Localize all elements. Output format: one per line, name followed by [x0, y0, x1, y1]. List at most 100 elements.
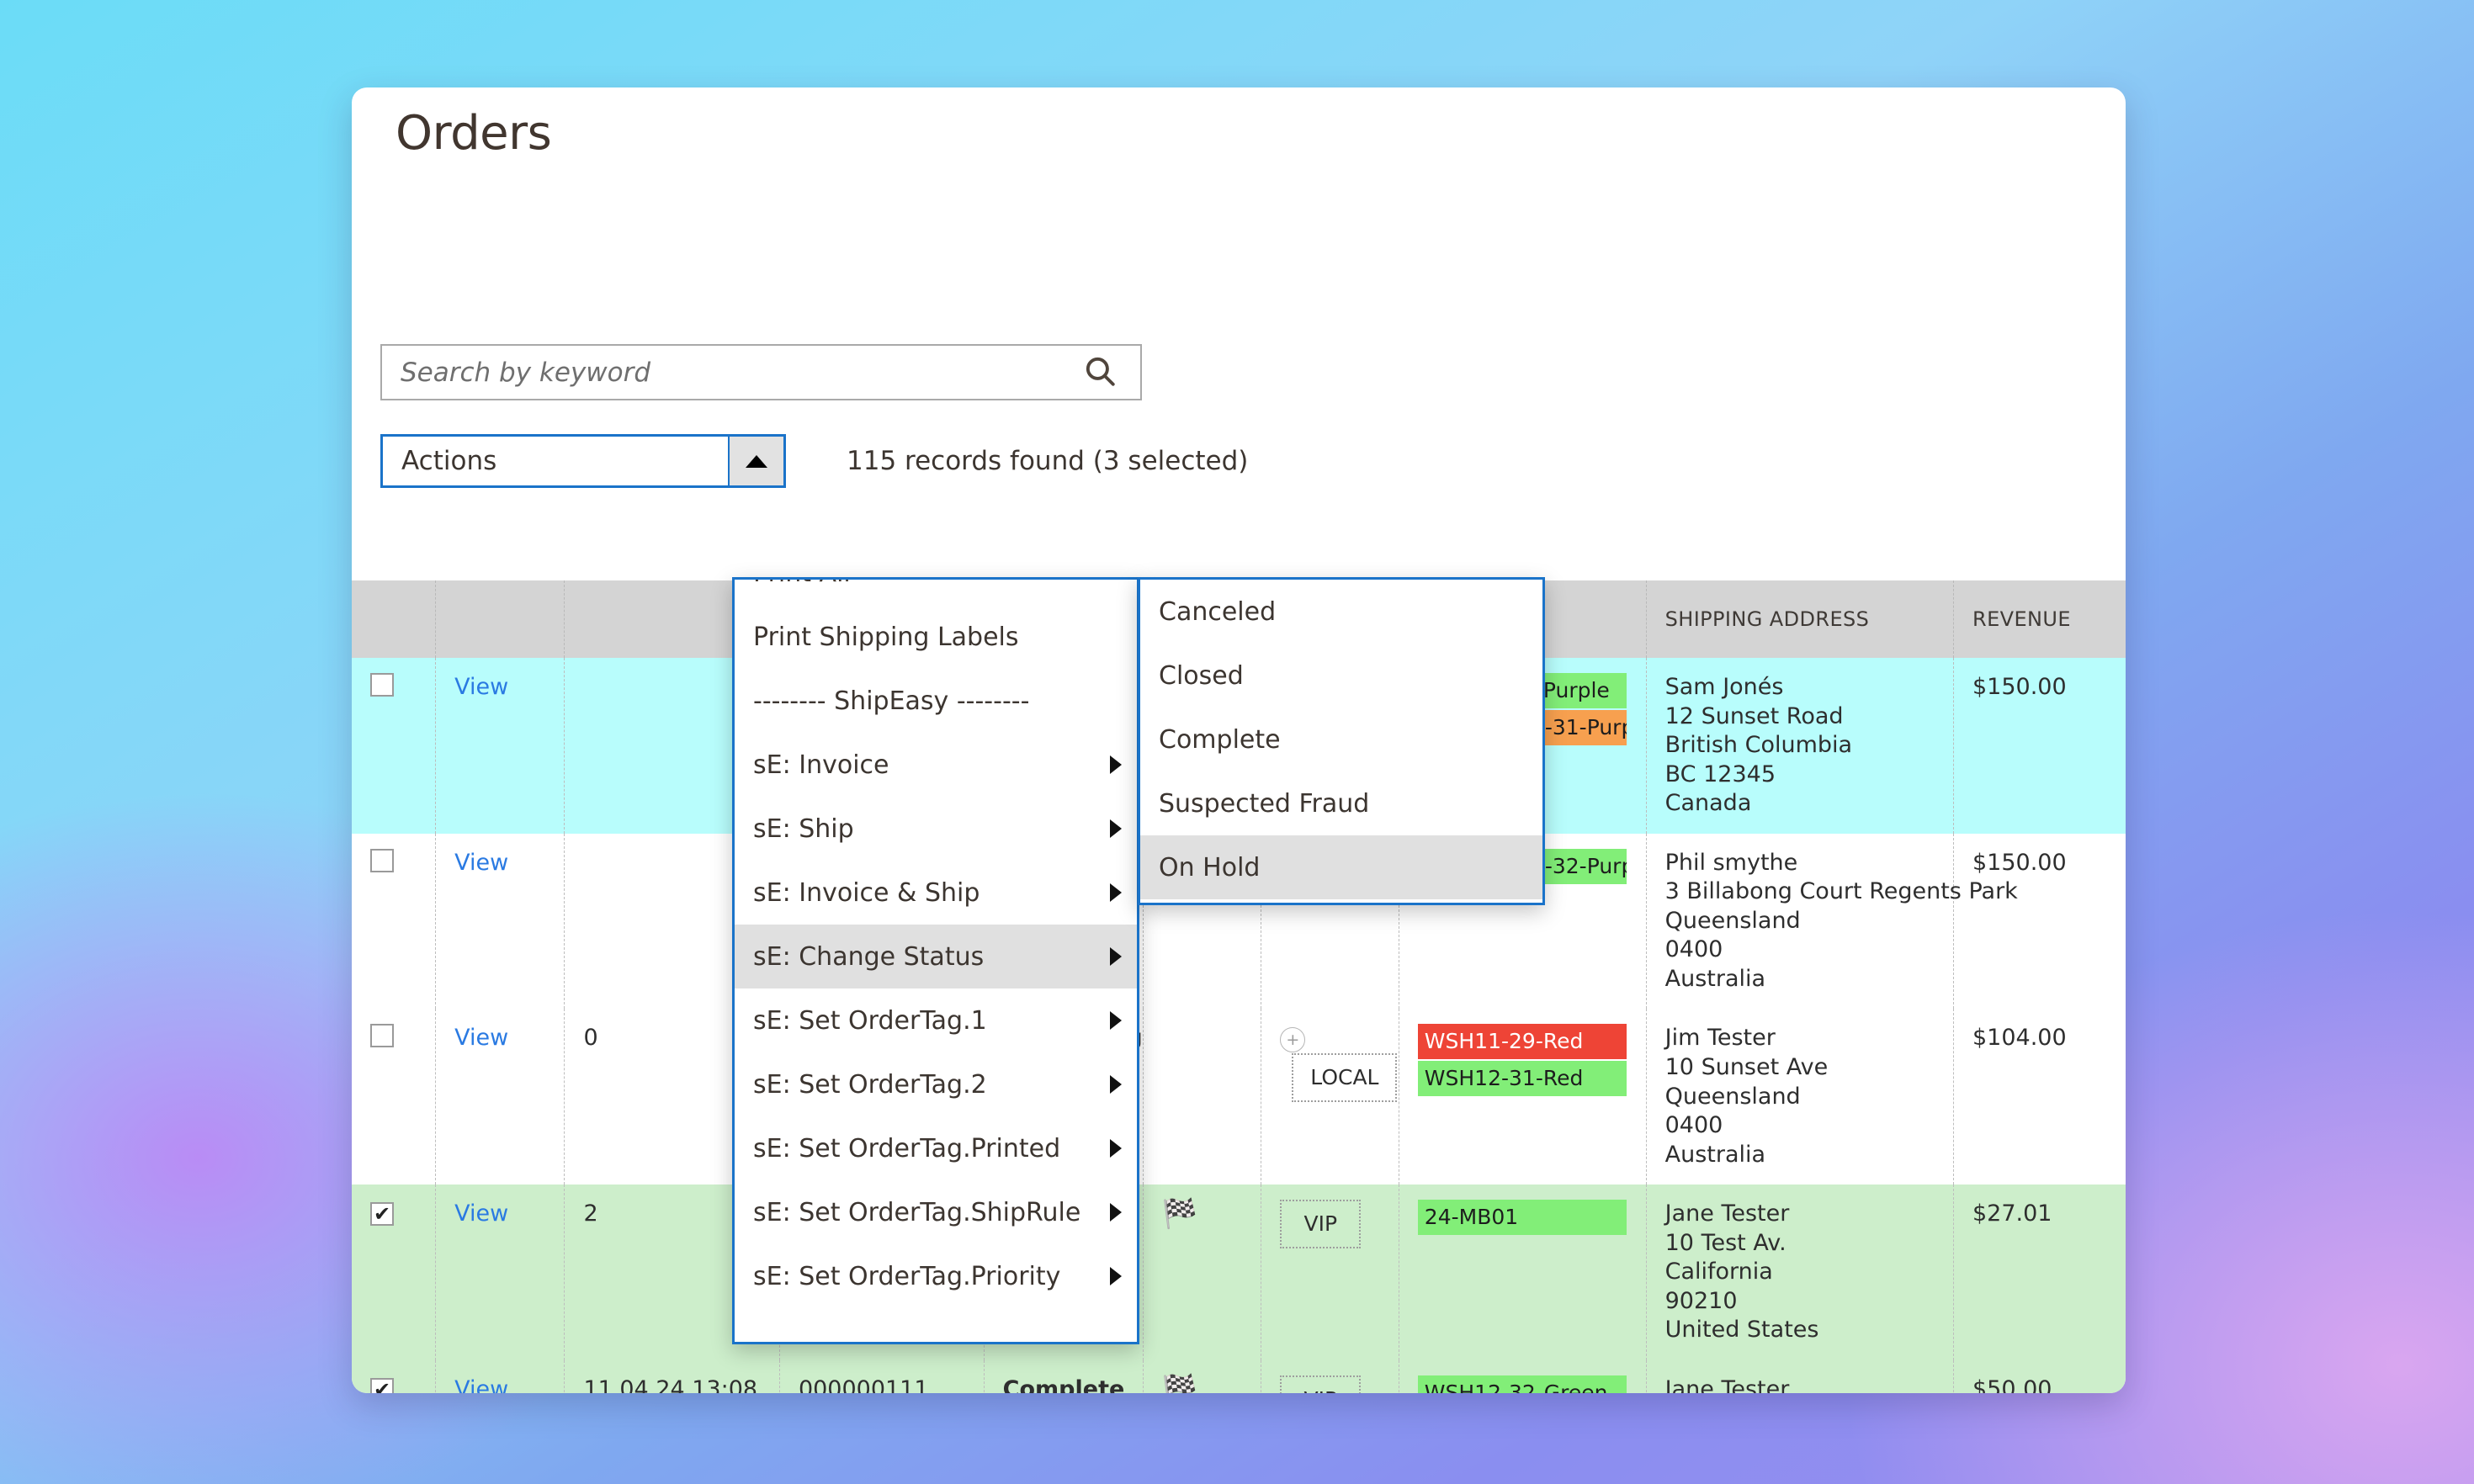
col-header-checkbox[interactable]	[352, 580, 437, 658]
sku-name: WSH11-29-Red	[1417, 1024, 1627, 1060]
row-view-cell: View	[435, 1359, 565, 1393]
submenu-item-label: Suspected Fraud	[1159, 788, 1370, 819]
sku-badge: WSH11-29-Red	[1417, 1024, 1627, 1060]
menu-item-se-set-ordertag-printed[interactable]: sE: Set OrderTag.Printed	[735, 1116, 1137, 1180]
menu-item-print-all[interactable]: Print All	[735, 580, 1137, 605]
menu-item-se-invoice-ship[interactable]: sE: Invoice & Ship	[735, 861, 1137, 925]
row-shipping-address: Jane Tester10 Test Av.California90210Uni…	[1646, 1359, 1955, 1393]
add-shiprule-icon[interactable]: +	[1280, 1027, 1306, 1053]
row-sku-cell: WSH12-32-Green	[1399, 1359, 1647, 1393]
menu-item-shipeasy[interactable]: -------- ShipEasy --------	[735, 669, 1137, 733]
menu-item-label: sE: Invoice	[753, 750, 889, 780]
row-view-cell: View	[435, 1009, 565, 1185]
chevron-right-icon	[1110, 1139, 1122, 1158]
row-revenue: $150.00	[1953, 658, 2126, 834]
search-button[interactable]	[1059, 346, 1140, 399]
view-link[interactable]: View	[454, 1376, 508, 1393]
row-flag-cell: 🏁	[1143, 1359, 1262, 1393]
shiprule-badge[interactable]: VIP	[1280, 1375, 1362, 1393]
menu-item-se-change-status[interactable]: sE: Change Status	[735, 925, 1137, 988]
sku-label: 24-MB01	[1424, 1205, 1519, 1230]
actions-select[interactable]: Actions	[380, 434, 786, 488]
row-checkbox[interactable]: ✔	[370, 1377, 394, 1393]
row-checkbox-cell: ✔	[352, 1185, 437, 1360]
view-link[interactable]: View	[454, 674, 508, 700]
row-checkbox-cell	[352, 833, 437, 1010]
actions-dropdown-menu[interactable]: Print All Print Shipping Labels -------- S…	[732, 577, 1139, 1344]
menu-item-label: sE: Set OrderTag.Priority	[753, 1261, 1061, 1291]
menu-item-print-shipping-labels[interactable]: Print Shipping Labels	[735, 605, 1137, 669]
sku-name: WSH12-31-Red	[1417, 1061, 1627, 1097]
menu-item-label: sE: Set OrderTag.1	[753, 1005, 987, 1036]
menu-item-label: sE: Set OrderTag.Printed	[753, 1133, 1061, 1163]
sku-badge: WSH12-31-Red	[1417, 1061, 1627, 1097]
search-input[interactable]	[382, 357, 1059, 388]
search-icon	[1082, 353, 1118, 391]
menu-item-label: sE: Set OrderTag.ShipRule	[753, 1197, 1081, 1227]
row-view-cell: View	[435, 1185, 565, 1360]
submenu-item-label: Complete	[1159, 724, 1281, 755]
row-checkbox[interactable]: ✔	[370, 1202, 394, 1227]
menu-item-label: -------- ShipEasy --------	[753, 686, 1030, 716]
row-flag-cell	[1143, 1009, 1262, 1185]
actions-dropdown-toggle[interactable]	[728, 437, 783, 485]
row-shiprules-cell: VIP	[1261, 1359, 1399, 1393]
address-line: Jim Tester	[1664, 1025, 1776, 1052]
address-line: British Columbia	[1664, 732, 1853, 759]
submenu-item-suspected-fraud[interactable]: Suspected Fraud	[1140, 771, 1542, 835]
menu-item-se-set-ordertag-1[interactable]: sE: Set OrderTag.1	[735, 988, 1137, 1052]
row-shipping-address: Jim Tester 10 Sunset Ave Queensland 0400 Aus…	[1646, 1009, 1955, 1185]
row-shiprules-cell: VIP	[1261, 1185, 1399, 1360]
submenu-item-on-hold[interactable]: On Hold	[1140, 835, 1542, 899]
change-status-submenu[interactable]: Canceled Closed Complete Suspected Fraud On …	[1138, 577, 1545, 905]
submenu-item-closed[interactable]: Closed	[1140, 644, 1542, 708]
col-header-view[interactable]	[435, 580, 565, 658]
address-line: 90210	[1664, 1287, 1738, 1314]
view-link[interactable]: View	[454, 850, 508, 876]
view-link[interactable]: View	[454, 1025, 508, 1051]
col-header-shipping-address[interactable]: SHIPPING ADDRESS	[1646, 580, 1955, 658]
checkered-flag-icon: 🏁	[1161, 1197, 1198, 1232]
menu-item-se-set-ordertag-priority[interactable]: sE: Set OrderTag.Priority	[735, 1244, 1137, 1308]
chevron-right-icon	[1110, 883, 1122, 902]
shiprule-badge[interactable]: VIP	[1280, 1200, 1362, 1249]
address-line: 12 Sunset Road	[1664, 702, 1844, 729]
row-checkbox-cell	[352, 658, 437, 834]
page-title: Orders	[396, 106, 552, 161]
table-row[interactable]: ✔View2000000112Complete🏁VIP24-MB01Jane T…	[352, 1185, 2126, 1360]
row-revenue: $104.00	[1953, 1009, 2126, 1185]
sku-badge: WSH12-32-Green	[1417, 1375, 1627, 1393]
row-shipping-address: Sam Jonés 12 Sunset Road British Columbia B…	[1646, 658, 1955, 834]
menu-item-se-ship[interactable]: sE: Ship	[735, 797, 1137, 861]
shiprule-badge[interactable]: LOCAL	[1292, 1053, 1398, 1103]
row-shiprules-cell: +LOCAL	[1261, 1009, 1399, 1185]
row-flag-cell: 🏁	[1143, 1185, 1262, 1360]
menu-item-se-set-ordertag-2[interactable]: sE: Set OrderTag.2	[735, 1052, 1137, 1116]
row-checkbox[interactable]	[370, 1024, 394, 1048]
submenu-item-complete[interactable]: Complete	[1140, 708, 1542, 771]
address-line: Australia	[1664, 965, 1766, 992]
chevron-right-icon	[1110, 1075, 1122, 1094]
sku-badge: 24-MB01	[1417, 1200, 1627, 1236]
row-checkbox[interactable]	[370, 848, 394, 872]
submenu-item-canceled[interactable]: Canceled	[1140, 580, 1542, 644]
sku-name: WSH12-32-Green	[1417, 1375, 1627, 1393]
address-line: Jane Tester	[1664, 1200, 1790, 1227]
address-line: 0400	[1664, 936, 1723, 963]
menu-item-se-set-ordertag-shiprule[interactable]: sE: Set OrderTag.ShipRule	[735, 1180, 1137, 1244]
table-row[interactable]: ✔ View 11.04.24 13:08000000111Complete 🏁 VIP…	[352, 1359, 2126, 1393]
records-found-label: 115 records found (3 selected)	[847, 446, 1249, 476]
view-link[interactable]: View	[454, 1200, 508, 1227]
row-checkbox[interactable]	[370, 673, 394, 697]
row-view-cell: View	[435, 833, 565, 1010]
menu-item-label: Print Shipping Labels	[753, 622, 1019, 652]
col-header-revenue[interactable]: REVENUE	[1953, 580, 2126, 658]
menu-item-se-invoice[interactable]: sE: Invoice	[735, 733, 1137, 797]
row-shipping-address: Phil smythe 3 Billabong Court Regents Par…	[1646, 833, 2018, 1010]
address-line: 10 Test Av.	[1664, 1229, 1786, 1256]
table-row[interactable]: View0000000113Processing+LOCALWSH11-29-R…	[352, 1009, 2126, 1185]
row-revenue: $150.00	[1953, 833, 2126, 1010]
address-line: 10 Sunset Ave	[1664, 1054, 1829, 1081]
address-line: Queensland	[1664, 1083, 1801, 1110]
chevron-up-icon	[746, 454, 767, 468]
